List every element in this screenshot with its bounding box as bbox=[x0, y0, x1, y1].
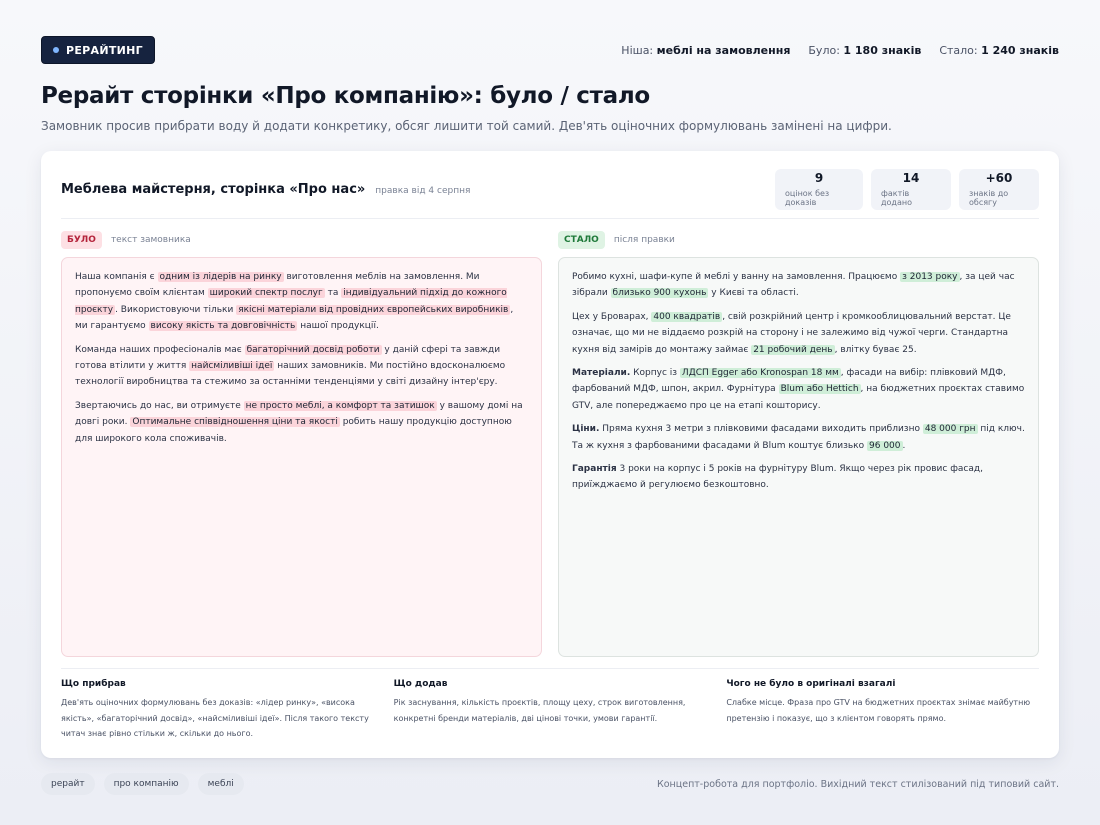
removed-phrase: широкий спектр послуг bbox=[207, 288, 325, 299]
added-fact: 48 000 грн bbox=[922, 424, 978, 435]
before-text-panel: Наша компанія є одним із лідерів на ринк… bbox=[61, 257, 542, 657]
added-fact: близько 900 кухонь bbox=[610, 288, 709, 299]
note-added: Що додав Рік заснування, кількість проєк… bbox=[394, 679, 707, 742]
dot-icon bbox=[53, 47, 59, 53]
rewriting-badge: РЕРАЙТИНГ bbox=[41, 36, 155, 64]
after-column-label: СТАЛО після правки bbox=[558, 231, 675, 249]
before-paragraph: Звертаючись до нас, ви отримуєте не прос… bbox=[75, 398, 528, 447]
stat-label: оцінок без доказів bbox=[785, 189, 830, 207]
added-fact: 96 000 bbox=[867, 440, 903, 451]
added-fact: з 2013 року bbox=[900, 272, 960, 282]
chip-furniture[interactable]: меблі bbox=[197, 773, 244, 795]
text-run: Пряма кухня 3 метри з плівковими фасадам… bbox=[599, 424, 923, 435]
chip-about-company[interactable]: про компанію bbox=[103, 773, 189, 795]
after-paragraph: Робимо кухні, шафи-купе й меблі у ванну … bbox=[572, 269, 1025, 302]
before-paragraph: Наша компанія є одним із лідерів на ринк… bbox=[75, 269, 528, 335]
niche-meta: Ніша: меблі на замовлення bbox=[621, 44, 790, 57]
bold-lead: Гарантія bbox=[572, 464, 617, 475]
footer-note: Концепт-робота для портфоліо. Вихідний т… bbox=[656, 778, 1059, 790]
text-run: . bbox=[902, 440, 906, 451]
niche-value: меблі на замовлення bbox=[656, 43, 791, 57]
divider bbox=[61, 668, 1039, 669]
text-run: Робимо кухні, шафи-купе й меблі у ванну … bbox=[572, 272, 901, 282]
note-title: Що додав bbox=[393, 679, 448, 689]
before-count-label: Було: bbox=[808, 43, 840, 57]
stat-value: 14 bbox=[902, 171, 920, 185]
stat-estimates: 9 оцінок без доказів bbox=[775, 168, 863, 210]
before-column-label: БУЛО текст замовника bbox=[61, 231, 191, 249]
removed-phrase: найсміливіші ідеї bbox=[189, 361, 275, 372]
note-title: Чого не було в оригіналі взагалі bbox=[726, 679, 896, 689]
chip-rewrite[interactable]: рерайт bbox=[41, 773, 95, 795]
text-run: Наша компанія є bbox=[75, 272, 158, 282]
stat-label: знаків до обсягу bbox=[969, 189, 1009, 207]
note-text: Рік заснування, кількість проєктів, площ… bbox=[393, 698, 686, 723]
text-run: нашої продукції. bbox=[297, 321, 379, 332]
bold-lead: Матеріали. bbox=[572, 368, 631, 379]
note-title: Що прибрав bbox=[61, 679, 126, 689]
stat-value: 9 bbox=[814, 171, 824, 185]
stat-label: фактів додано bbox=[881, 189, 912, 207]
before-count-value: 1 180 знаків bbox=[843, 43, 922, 57]
after-count-label: Стало: bbox=[939, 43, 978, 57]
note-new: Чого не було в оригіналі взагалі Слабке … bbox=[726, 679, 1039, 742]
card-date: правка від 4 серпня bbox=[375, 185, 471, 196]
footer: рерайт про компанію меблі Концепт-робота… bbox=[41, 773, 1059, 795]
page-title: Рерайт сторінки «Про компанію»: було / с… bbox=[41, 83, 650, 109]
text-run: . Використовуючи тільки bbox=[115, 304, 237, 315]
notes-section: Що прибрав Дев'ять оціночних формулювань… bbox=[61, 679, 1039, 742]
after-tag: СТАЛО bbox=[558, 231, 605, 249]
tag-chips: рерайт про компанію меблі bbox=[41, 773, 244, 795]
meta-info: Ніша: меблі на замовлення Було: 1 180 зн… bbox=[621, 44, 1059, 57]
before-tag: БУЛО bbox=[61, 231, 102, 249]
before-caption: текст замовника bbox=[110, 235, 191, 245]
after-count-value: 1 240 знаків bbox=[981, 43, 1059, 57]
after-paragraph: Ціни. Пряма кухня 3 метри з плівковими ф… bbox=[572, 421, 1025, 454]
niche-label: Ніша: bbox=[621, 43, 654, 57]
bold-lead: Ціни. bbox=[572, 424, 600, 435]
stats: 9 оцінок без доказів 14 фактів додано +6… bbox=[775, 168, 1039, 210]
after-paragraph: Цех у Броварах, 400 квадратів, свій розк… bbox=[572, 309, 1025, 358]
top-bar: РЕРАЙТИНГ Ніша: меблі на замовлення Було… bbox=[41, 36, 1059, 64]
text-run: , влітку буває 25. bbox=[834, 344, 917, 355]
note-text: Слабке місце. Фраза про GTV на бюджетних… bbox=[726, 698, 1031, 723]
after-text-panel: Робимо кухні, шафи-купе й меблі у ванну … bbox=[558, 257, 1039, 657]
card-title: Меблева майстерня, сторінка «Про нас» bbox=[61, 181, 366, 197]
text-run: Команда наших професіоналів має bbox=[75, 344, 245, 355]
stat-value: +60 bbox=[985, 171, 1013, 185]
comparison-card: Меблева майстерня, сторінка «Про нас» пр… bbox=[41, 151, 1059, 758]
removed-phrase: багаторічний досвід роботи bbox=[244, 344, 382, 355]
before-count-meta: Було: 1 180 знаків bbox=[808, 44, 921, 57]
card-title-group: Меблева майстерня, сторінка «Про нас» пр… bbox=[61, 182, 470, 197]
text-run: Цех у Броварах, bbox=[572, 311, 652, 322]
removed-phrase: високу якість та довговічність bbox=[148, 321, 298, 332]
added-fact: 400 квадратів bbox=[651, 311, 723, 322]
text-run: Корпус із bbox=[630, 368, 680, 379]
removed-phrase: якісні матеріали від провідних європейсь… bbox=[236, 304, 511, 315]
text-run: у Києві та області. bbox=[708, 288, 799, 299]
stat-facts: 14 фактів додано bbox=[871, 168, 951, 210]
page-subtitle: Замовник просив прибрати воду й додати к… bbox=[41, 119, 892, 133]
note-text: Дев'ять оціночних формулювань без доказі… bbox=[61, 698, 369, 738]
badge-label: РЕРАЙТИНГ bbox=[66, 43, 143, 57]
added-fact: Blum або Hettich bbox=[778, 384, 861, 395]
before-paragraph: Команда наших професіоналів має багаторі… bbox=[75, 342, 528, 391]
stat-chars: +60 знаків до обсягу bbox=[959, 168, 1039, 210]
divider bbox=[61, 218, 1039, 219]
text-run: 3 роки на корпус і 5 років на фурнітуру … bbox=[572, 464, 983, 491]
after-caption: після правки bbox=[613, 235, 675, 245]
removed-phrase: одним із лідерів на ринку bbox=[157, 272, 284, 282]
text-run: та bbox=[324, 288, 342, 299]
card-header: Меблева майстерня, сторінка «Про нас» пр… bbox=[61, 167, 1039, 211]
after-paragraph: Гарантія 3 роки на корпус і 5 років на ф… bbox=[572, 461, 1025, 494]
after-paragraph: Матеріали. Корпус із ЛДСП Egger або Kron… bbox=[572, 365, 1025, 414]
added-fact: ЛДСП Egger або Kronospan 18 мм bbox=[679, 368, 841, 379]
added-fact: 21 робочий день bbox=[751, 344, 835, 355]
note-removed: Що прибрав Дев'ять оціночних формулювань… bbox=[61, 679, 374, 742]
removed-phrase: Оптимальне співвідношення ціни та якості bbox=[130, 417, 340, 428]
text-run: Звертаючись до нас, ви отримуєте bbox=[75, 400, 244, 411]
removed-phrase: не просто меблі, а комфорт та затишок bbox=[243, 400, 437, 411]
after-count-meta: Стало: 1 240 знаків bbox=[939, 44, 1059, 57]
